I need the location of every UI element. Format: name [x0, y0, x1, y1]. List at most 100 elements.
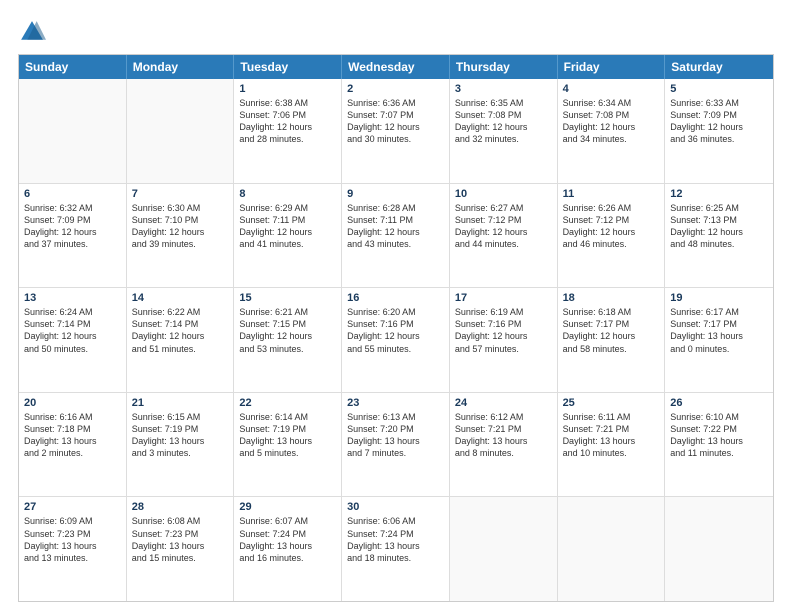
weekday-header-sunday: Sunday [19, 55, 127, 79]
day-info: Sunrise: 6:36 AM Sunset: 7:07 PM Dayligh… [347, 97, 444, 146]
day-cell-11: 11 Sunrise: 6:26 AM Sunset: 7:12 PM Dayli… [558, 184, 666, 288]
day-info: Sunrise: 6:11 AM Sunset: 7:21 PM Dayligh… [563, 411, 660, 460]
day-number: 25 [563, 397, 660, 409]
calendar-row-0: 1Sunrise: 6:38 AM Sunset: 7:06 PM Daylig… [19, 79, 773, 184]
header [18, 18, 774, 46]
day-cell-7: 7 Sunrise: 6:30 AM Sunset: 7:10 PM Daylig… [127, 184, 235, 288]
day-cell-12: 12 Sunrise: 6:25 AM Sunset: 7:13 PM Dayli… [665, 184, 773, 288]
calendar-row-1: 6Sunrise: 6:32 AM Sunset: 7:09 PM Daylig… [19, 184, 773, 289]
day-number: 20 [24, 397, 121, 409]
weekday-header-wednesday: Wednesday [342, 55, 450, 79]
day-number: 19 [670, 292, 768, 304]
day-info: Sunrise: 6:14 AM Sunset: 7:19 PM Dayligh… [239, 411, 336, 460]
day-cell-16: 16 Sunrise: 6:20 AM Sunset: 7:16 PM Dayli… [342, 288, 450, 392]
day-info: Sunrise: 6:06 AM Sunset: 7:24 PM Dayligh… [347, 515, 444, 564]
day-number: 24 [455, 397, 552, 409]
day-cell-6: 6Sunrise: 6:32 AM Sunset: 7:09 PM Daylig… [19, 184, 127, 288]
day-info: Sunrise: 6:26 AM Sunset: 7:12 PM Dayligh… [563, 202, 660, 251]
weekday-header-friday: Friday [558, 55, 666, 79]
day-number: 14 [132, 292, 229, 304]
day-number: 30 [347, 501, 444, 513]
day-info: Sunrise: 6:19 AM Sunset: 7:16 PM Dayligh… [455, 306, 552, 355]
day-info: Sunrise: 6:33 AM Sunset: 7:09 PM Dayligh… [670, 97, 768, 146]
day-cell-19: 19 Sunrise: 6:17 AM Sunset: 7:17 PM Dayli… [665, 288, 773, 392]
day-cell-15: 15Sunrise: 6:21 AM Sunset: 7:15 PM Dayli… [234, 288, 342, 392]
day-number: 26 [670, 397, 768, 409]
day-number: 5 [670, 83, 768, 95]
day-number: 12 [670, 188, 768, 200]
day-number: 9 [347, 188, 444, 200]
logo-icon [18, 18, 46, 46]
day-number: 13 [24, 292, 121, 304]
day-info: Sunrise: 6:10 AM Sunset: 7:22 PM Dayligh… [670, 411, 768, 460]
day-cell-22: 22 Sunrise: 6:14 AM Sunset: 7:19 PM Dayli… [234, 393, 342, 497]
day-number: 2 [347, 83, 444, 95]
day-cell-5: 5 Sunrise: 6:33 AM Sunset: 7:09 PM Daylig… [665, 79, 773, 183]
day-number: 27 [24, 501, 121, 513]
day-cell-1: 1Sunrise: 6:38 AM Sunset: 7:06 PM Daylig… [234, 79, 342, 183]
day-info: Sunrise: 6:35 AM Sunset: 7:08 PM Dayligh… [455, 97, 552, 146]
calendar: SundayMondayTuesdayWednesdayThursdayFrid… [18, 54, 774, 602]
day-cell-4: 4 Sunrise: 6:34 AM Sunset: 7:08 PM Daylig… [558, 79, 666, 183]
empty-cell [127, 79, 235, 183]
day-number: 8 [239, 188, 336, 200]
day-info: Sunrise: 6:13 AM Sunset: 7:20 PM Dayligh… [347, 411, 444, 460]
empty-cell [19, 79, 127, 183]
day-number: 1 [239, 83, 336, 95]
day-info: Sunrise: 6:27 AM Sunset: 7:12 PM Dayligh… [455, 202, 552, 251]
day-number: 16 [347, 292, 444, 304]
day-cell-21: 21 Sunrise: 6:15 AM Sunset: 7:19 PM Dayli… [127, 393, 235, 497]
day-number: 10 [455, 188, 552, 200]
day-number: 15 [239, 292, 336, 304]
day-number: 7 [132, 188, 229, 200]
day-cell-23: 23Sunrise: 6:13 AM Sunset: 7:20 PM Dayli… [342, 393, 450, 497]
day-cell-17: 17Sunrise: 6:19 AM Sunset: 7:16 PM Dayli… [450, 288, 558, 392]
day-info: Sunrise: 6:22 AM Sunset: 7:14 PM Dayligh… [132, 306, 229, 355]
day-info: Sunrise: 6:07 AM Sunset: 7:24 PM Dayligh… [239, 515, 336, 564]
calendar-row-2: 13 Sunrise: 6:24 AM Sunset: 7:14 PM Dayli… [19, 288, 773, 393]
day-number: 3 [455, 83, 552, 95]
weekday-header-tuesday: Tuesday [234, 55, 342, 79]
day-info: Sunrise: 6:32 AM Sunset: 7:09 PM Dayligh… [24, 202, 121, 251]
day-number: 22 [239, 397, 336, 409]
empty-cell [450, 497, 558, 601]
day-cell-27: 27 Sunrise: 6:09 AM Sunset: 7:23 PM Dayli… [19, 497, 127, 601]
day-info: Sunrise: 6:18 AM Sunset: 7:17 PM Dayligh… [563, 306, 660, 355]
day-info: Sunrise: 6:17 AM Sunset: 7:17 PM Dayligh… [670, 306, 768, 355]
day-info: Sunrise: 6:25 AM Sunset: 7:13 PM Dayligh… [670, 202, 768, 251]
empty-cell [558, 497, 666, 601]
day-cell-10: 10 Sunrise: 6:27 AM Sunset: 7:12 PM Dayli… [450, 184, 558, 288]
day-info: Sunrise: 6:15 AM Sunset: 7:19 PM Dayligh… [132, 411, 229, 460]
day-info: Sunrise: 6:29 AM Sunset: 7:11 PM Dayligh… [239, 202, 336, 251]
day-info: Sunrise: 6:08 AM Sunset: 7:23 PM Dayligh… [132, 515, 229, 564]
day-info: Sunrise: 6:20 AM Sunset: 7:16 PM Dayligh… [347, 306, 444, 355]
day-cell-18: 18 Sunrise: 6:18 AM Sunset: 7:17 PM Dayli… [558, 288, 666, 392]
day-number: 11 [563, 188, 660, 200]
day-cell-30: 30 Sunrise: 6:06 AM Sunset: 7:24 PM Dayli… [342, 497, 450, 601]
day-number: 21 [132, 397, 229, 409]
day-cell-25: 25 Sunrise: 6:11 AM Sunset: 7:21 PM Dayli… [558, 393, 666, 497]
weekday-header-saturday: Saturday [665, 55, 773, 79]
day-number: 4 [563, 83, 660, 95]
day-info: Sunrise: 6:34 AM Sunset: 7:08 PM Dayligh… [563, 97, 660, 146]
day-cell-14: 14 Sunrise: 6:22 AM Sunset: 7:14 PM Dayli… [127, 288, 235, 392]
day-cell-29: 29Sunrise: 6:07 AM Sunset: 7:24 PM Dayli… [234, 497, 342, 601]
weekday-header-monday: Monday [127, 55, 235, 79]
day-cell-2: 2 Sunrise: 6:36 AM Sunset: 7:07 PM Daylig… [342, 79, 450, 183]
empty-cell [665, 497, 773, 601]
day-cell-3: 3 Sunrise: 6:35 AM Sunset: 7:08 PM Daylig… [450, 79, 558, 183]
logo [18, 18, 50, 46]
day-info: Sunrise: 6:16 AM Sunset: 7:18 PM Dayligh… [24, 411, 121, 460]
calendar-row-4: 27 Sunrise: 6:09 AM Sunset: 7:23 PM Dayli… [19, 497, 773, 601]
day-info: Sunrise: 6:09 AM Sunset: 7:23 PM Dayligh… [24, 515, 121, 564]
day-info: Sunrise: 6:28 AM Sunset: 7:11 PM Dayligh… [347, 202, 444, 251]
day-info: Sunrise: 6:30 AM Sunset: 7:10 PM Dayligh… [132, 202, 229, 251]
day-number: 18 [563, 292, 660, 304]
day-info: Sunrise: 6:24 AM Sunset: 7:14 PM Dayligh… [24, 306, 121, 355]
day-cell-8: 8 Sunrise: 6:29 AM Sunset: 7:11 PM Daylig… [234, 184, 342, 288]
day-cell-13: 13 Sunrise: 6:24 AM Sunset: 7:14 PM Dayli… [19, 288, 127, 392]
calendar-row-3: 20 Sunrise: 6:16 AM Sunset: 7:18 PM Dayli… [19, 393, 773, 498]
day-cell-26: 26 Sunrise: 6:10 AM Sunset: 7:22 PM Dayli… [665, 393, 773, 497]
day-cell-20: 20 Sunrise: 6:16 AM Sunset: 7:18 PM Dayli… [19, 393, 127, 497]
day-cell-24: 24Sunrise: 6:12 AM Sunset: 7:21 PM Dayli… [450, 393, 558, 497]
